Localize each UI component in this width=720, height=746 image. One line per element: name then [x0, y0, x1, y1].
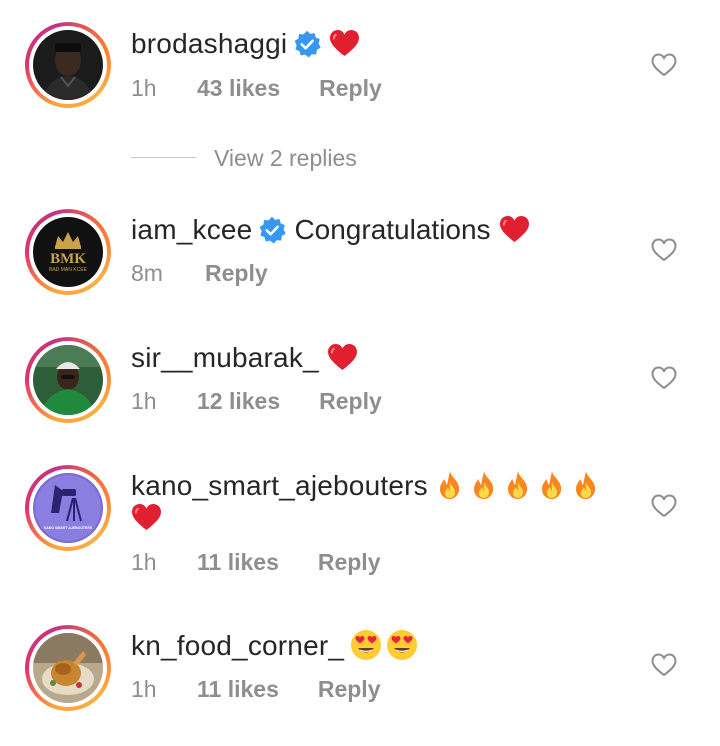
- avatar-ring-gap: BMK BAD MAN KCEE: [29, 213, 107, 291]
- heart-outline-icon: [651, 653, 677, 677]
- verified-badge-icon: [260, 216, 287, 244]
- comment-meta: 1h 11 likes Reply: [131, 547, 381, 577]
- reply-button[interactable]: Reply: [318, 547, 381, 577]
- username[interactable]: kn_food_corner_: [131, 630, 344, 661]
- verified-badge-icon: [294, 30, 321, 58]
- comment-line: kn_food_corner_: [131, 628, 418, 664]
- reply-button[interactable]: Reply: [319, 386, 382, 416]
- timestamp: 1h: [131, 388, 157, 414]
- username[interactable]: brodashaggi: [131, 28, 287, 59]
- comment-line: iam_kcee Congratulations: [131, 212, 530, 248]
- reply-button[interactable]: Reply: [318, 674, 381, 704]
- comment-meta: 1h 43 likes Reply: [131, 73, 382, 103]
- comment-text: Congratulations: [294, 214, 491, 245]
- food-photo-icon: [33, 633, 103, 703]
- red-heart-emoji-icon: [132, 503, 161, 531]
- username[interactable]: iam_kcee: [131, 214, 252, 245]
- avatar-image: [33, 633, 103, 703]
- heart-eyes-emoji-icon: [351, 630, 382, 660]
- camera-logo-icon: KANO SMART AJEBOUTERS: [33, 473, 103, 543]
- timestamp: 8m: [131, 260, 163, 286]
- likes-count[interactable]: 11 likes: [197, 547, 279, 577]
- avatar-ring-gap: KANO SMART AJEBOUTERS: [29, 469, 107, 547]
- timestamp: 1h: [131, 676, 157, 702]
- heart-eyes-emoji-icon: [387, 630, 418, 660]
- comment-line: sir__mubarak_: [131, 340, 358, 376]
- timestamp: 1h: [131, 549, 157, 575]
- avatar-logo-subtext: BAD MAN KCEE: [49, 267, 87, 273]
- username[interactable]: sir__mubarak_: [131, 342, 319, 373]
- avatar-image: [33, 30, 103, 100]
- like-button[interactable]: [651, 238, 677, 262]
- replies-divider: [131, 157, 196, 158]
- heart-outline-icon: [651, 494, 677, 518]
- like-button[interactable]: [651, 53, 677, 77]
- avatar-ring-gap: [29, 26, 107, 104]
- avatar[interactable]: KANO SMART AJEBOUTERS: [25, 465, 111, 551]
- red-heart-emoji-icon: [499, 215, 529, 243]
- avatar[interactable]: BMK BAD MAN KCEE: [25, 209, 111, 295]
- like-button[interactable]: [651, 494, 677, 518]
- likes-count[interactable]: 12 likes: [197, 386, 280, 416]
- avatar-ring-gap: [29, 341, 107, 419]
- reply-button[interactable]: Reply: [205, 258, 268, 288]
- avatar-image: [33, 345, 103, 415]
- avatar-image: BMK BAD MAN KCEE: [33, 217, 103, 287]
- fire-emoji-icon: [541, 471, 561, 499]
- comment-line-wrap: [131, 500, 162, 536]
- username[interactable]: kano_smart_ajebouters: [131, 470, 428, 501]
- fire-emoji-icon: [473, 471, 493, 499]
- comment-meta: 1h 11 likes Reply: [131, 674, 381, 704]
- fire-emoji-icon: [575, 471, 595, 499]
- avatar-logo-text: BMK: [50, 251, 86, 267]
- likes-count[interactable]: 11 likes: [197, 674, 279, 704]
- likes-count[interactable]: 43 likes: [197, 73, 280, 103]
- bmk-logo-icon: BMK BAD MAN KCEE: [33, 217, 103, 287]
- red-heart-emoji-icon: [327, 343, 357, 371]
- comment-line: brodashaggi: [131, 26, 360, 62]
- avatar[interactable]: [25, 337, 111, 423]
- timestamp: 1h: [131, 75, 157, 101]
- comment-meta: 1h 12 likes Reply: [131, 386, 382, 416]
- heart-outline-icon: [651, 238, 677, 262]
- fire-emoji-icon: [507, 471, 527, 499]
- like-button[interactable]: [651, 366, 677, 390]
- person-avatar-icon: [33, 345, 103, 415]
- avatar-logo-text: KANO SMART AJEBOUTERS: [44, 526, 93, 530]
- avatar-image: KANO SMART AJEBOUTERS: [33, 473, 103, 543]
- emoji-group: [436, 470, 600, 501]
- avatar[interactable]: [25, 22, 111, 108]
- person-avatar-icon: [33, 30, 103, 100]
- heart-outline-icon: [651, 53, 677, 77]
- reply-button[interactable]: Reply: [319, 73, 382, 103]
- comment-meta: 8m Reply: [131, 258, 268, 288]
- red-heart-emoji-icon: [330, 29, 360, 57]
- heart-outline-icon: [651, 366, 677, 390]
- like-button[interactable]: [651, 653, 677, 677]
- fire-emoji-icon: [439, 471, 459, 499]
- view-replies-button[interactable]: View 2 replies: [214, 143, 357, 173]
- comment-line: kano_smart_ajebouters: [131, 468, 600, 504]
- avatar-ring-gap: [29, 629, 107, 707]
- emoji-group: [350, 630, 418, 661]
- avatar[interactable]: [25, 625, 111, 711]
